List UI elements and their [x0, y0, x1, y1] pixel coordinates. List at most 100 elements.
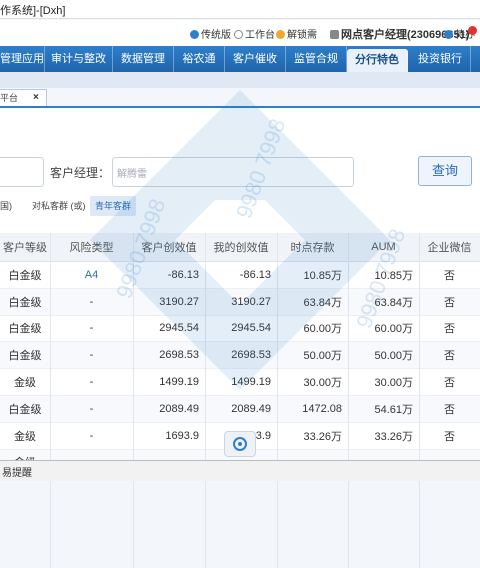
column-divider: [348, 233, 349, 568]
table-cell: 1472.08: [277, 395, 348, 423]
col-header[interactable]: 客户等级: [0, 233, 50, 262]
col-header[interactable]: AUM: [348, 233, 419, 262]
settings-icon: [233, 437, 247, 451]
col-header[interactable]: 客户创效值: [133, 233, 205, 262]
exit-icon[interactable]: [468, 26, 479, 37]
column-divider: [419, 233, 420, 568]
col-header[interactable]: 时点存款: [277, 233, 348, 262]
top-toolbar: 传统版 工作台 解锁需 网点客户经理(230696651) 待办: [0, 20, 480, 46]
close-icon[interactable]: ×: [33, 90, 39, 106]
workbench-mode[interactable]: 工作台: [234, 26, 275, 41]
table-cell: 60.00万: [277, 315, 348, 343]
manager-label: 客户经理：: [50, 166, 111, 180]
table-cell: 2089.49: [133, 395, 205, 423]
page-tab-label: 平台: [0, 93, 19, 103]
col-header[interactable]: 我的创效值: [205, 233, 277, 262]
chip-0[interactable]: 国): [0, 196, 12, 216]
table-cell: 白金级: [0, 261, 50, 289]
column-divider: [133, 233, 134, 568]
table-cell: 2945.54: [205, 315, 277, 343]
table-cell: 白金级: [0, 288, 50, 316]
user-icon: [330, 30, 339, 39]
table-row[interactable]: 白金级 -2089.49 2089.49 1472.08 54.61万否: [0, 395, 480, 423]
table-cell: 白金级: [0, 315, 50, 343]
table-row[interactable]: 白金级 -2945.54 2945.54 60.00万 60.00万否: [0, 315, 480, 343]
nav-tab-4[interactable]: 客户催收: [225, 46, 286, 72]
lock-icon: [276, 30, 285, 39]
table-cell: 30.00万: [277, 368, 348, 396]
nav-tab-7[interactable]: 投资银行: [410, 46, 471, 72]
window-title: 作系统]-[Dxh]: [0, 5, 66, 17]
nav-more[interactable]: [471, 46, 480, 72]
filter-input[interactable]: [0, 157, 44, 187]
main-nav: 管理应用 审计与整改 数据管理 裕农通 客户催收 监管合规 分行特色 投资银行: [0, 46, 480, 72]
chip-2[interactable]: 青年客群: [90, 196, 137, 216]
table-cell: 否: [419, 341, 480, 370]
table-cell: 33.26万: [348, 422, 419, 450]
page-tab[interactable]: 平台 ×: [0, 89, 47, 107]
main-content: 客户经理： 解腾雷 查询 国) 对私客群 (或) 青年客群 客户等级 风险类型 …: [0, 108, 480, 568]
table-cell: 白金级: [0, 341, 50, 370]
manager-select[interactable]: 解腾雷: [112, 157, 354, 187]
nav-tab-2[interactable]: 数据管理: [113, 46, 174, 72]
table-cell: 1693.9: [133, 422, 205, 450]
table-cell: -86.13: [133, 261, 205, 289]
table-cell: 1499.19: [205, 368, 277, 396]
table-cell: 30.00万: [348, 368, 419, 396]
table-cell: 2698.53: [133, 341, 205, 370]
col-header[interactable]: 企业微信: [419, 233, 480, 262]
table-cell: 否: [419, 422, 480, 450]
column-divider: [205, 233, 206, 568]
radio-icon: [190, 30, 199, 39]
manager-value: 解腾雷: [117, 169, 147, 180]
query-button[interactable]: 查询: [418, 156, 472, 186]
table-cell: 否: [419, 315, 480, 343]
table-cell: -: [50, 288, 133, 316]
table-cell: 63.84万: [348, 288, 419, 316]
table-row[interactable]: 白金级 -3190.27 3190.27 63.84万 63.84万否: [0, 288, 480, 316]
table-cell: 10.85万: [277, 261, 348, 289]
chip-1[interactable]: 对私客群 (或): [32, 196, 86, 216]
table-cell: 1499.19: [133, 368, 205, 396]
table-cell: 54.61万: [348, 395, 419, 423]
table-cell: 10.85万: [348, 261, 419, 289]
table-cell: 否: [419, 261, 480, 289]
assistant-float-button[interactable]: [224, 431, 256, 457]
table-cell: -: [50, 341, 133, 370]
nav-tab-3[interactable]: 裕农通: [174, 46, 225, 72]
table-cell: 3190.27: [133, 288, 205, 316]
table-cell: -: [50, 368, 133, 396]
table-cell: 2698.53: [205, 341, 277, 370]
table-cell: 否: [419, 288, 480, 316]
table-header: 客户等级 风险类型 客户创效值 我的创效值 时点存款 AUM 企业微信: [0, 233, 480, 262]
table-cell: 2089.49: [205, 395, 277, 423]
table-cell: 33.26万: [277, 422, 348, 450]
traditional-mode[interactable]: 传统版: [190, 26, 231, 41]
todo-icon: [444, 30, 453, 39]
table-cell: 50.00万: [348, 341, 419, 370]
nav-tab-0[interactable]: 管理应用: [0, 46, 45, 72]
column-divider: [50, 233, 51, 568]
column-divider: [277, 233, 278, 568]
table-cell: -: [50, 395, 133, 423]
radio-icon: [234, 30, 243, 39]
table-cell: 否: [419, 368, 480, 396]
table-cell: 2945.54: [133, 315, 205, 343]
table-cell: -86.13: [205, 261, 277, 289]
table-cell: A4: [50, 261, 133, 289]
unlock-button[interactable]: 解锁需: [276, 26, 317, 41]
nav-tab-6[interactable]: 分行特色: [347, 49, 408, 72]
nav-tab-5[interactable]: 监管合规: [286, 46, 347, 72]
table-cell: 金级: [0, 368, 50, 396]
table-cell: -: [50, 422, 133, 450]
table-cell: 60.00万: [348, 315, 419, 343]
sub-bar: [0, 72, 480, 88]
table-row[interactable]: 白金级 -2698.53 2698.53 50.00万 50.00万否: [0, 341, 480, 370]
table-row[interactable]: 白金级 A4 -86.13 -86.13 10.85万 10.85万否: [0, 261, 480, 289]
col-header[interactable]: 风险类型: [50, 233, 133, 262]
table-cell: 3190.27: [205, 288, 277, 316]
table-cell: 否: [419, 395, 480, 423]
nav-tab-1[interactable]: 审计与整改: [45, 46, 113, 72]
table-cell: 50.00万: [277, 341, 348, 370]
table-row[interactable]: 金级 -1499.19 1499.19 30.00万 30.00万否: [0, 368, 480, 396]
